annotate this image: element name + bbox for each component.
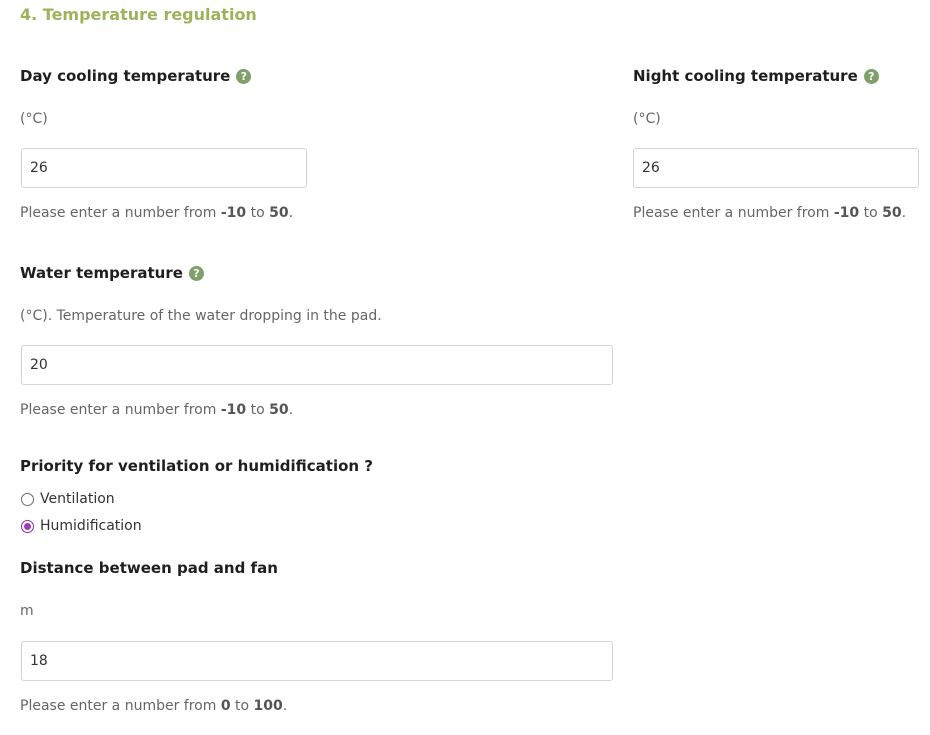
- day-cooling-input[interactable]: [21, 148, 307, 188]
- day-cooling-label-row: Day cooling temperature ?: [20, 66, 252, 86]
- priority-label: Priority for ventilation or humidificati…: [20, 457, 374, 475]
- day-cooling-unit: (°C): [20, 111, 48, 127]
- question-circle-icon[interactable]: ?: [188, 265, 204, 281]
- distance-label: Distance between pad and fan: [20, 559, 278, 577]
- distance-hint: Please enter a number from 0 to 100.: [20, 698, 288, 714]
- distance-input[interactable]: [21, 641, 613, 681]
- water-temperature-label-row: Water temperature ?: [20, 263, 204, 283]
- radio-button-humidification[interactable]: [21, 519, 34, 533]
- night-cooling-unit: (°C): [633, 111, 661, 127]
- water-temperature-unit: (°C). Temperature of the water dropping …: [20, 308, 382, 324]
- night-cooling-label-row: Night cooling temperature ?: [633, 66, 879, 86]
- water-temperature-label: Water temperature: [20, 264, 183, 282]
- question-circle-icon[interactable]: ?: [236, 68, 252, 84]
- night-cooling-hint: Please enter a number from -10 to 50.: [633, 205, 907, 221]
- radio-button-ventilation[interactable]: [21, 492, 34, 506]
- night-cooling-input[interactable]: [633, 148, 919, 188]
- day-cooling-label: Day cooling temperature: [20, 67, 231, 85]
- water-temperature-input[interactable]: [21, 345, 613, 385]
- radio-option-humidification[interactable]: Humidification: [21, 517, 142, 535]
- distance-unit: m: [20, 603, 34, 619]
- radio-label-humidification: Humidification: [40, 518, 142, 534]
- water-temperature-hint: Please enter a number from -10 to 50.: [20, 402, 294, 418]
- question-circle-icon[interactable]: ?: [863, 68, 879, 84]
- radio-label-ventilation: Ventilation: [40, 491, 115, 507]
- night-cooling-label: Night cooling temperature: [633, 67, 858, 85]
- day-cooling-hint: Please enter a number from -10 to 50.: [20, 205, 294, 221]
- section-title: 4. Temperature regulation: [20, 5, 257, 24]
- radio-option-ventilation[interactable]: Ventilation: [21, 490, 115, 508]
